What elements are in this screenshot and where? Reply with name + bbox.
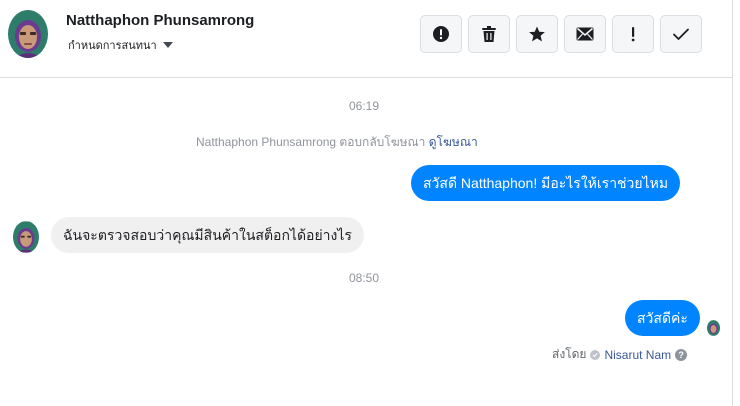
star-button[interactable] [516, 15, 558, 53]
exclamation-icon [631, 27, 635, 42]
header-actions [420, 15, 702, 53]
sent-by-line: ส่งโดย Nisarut Nam ? [552, 345, 688, 364]
exclamation-circle-icon [433, 26, 449, 42]
star-icon [529, 26, 545, 42]
outgoing-message: สวัสดีค่ะ [625, 300, 700, 336]
mark-unread-button[interactable] [564, 15, 606, 53]
mark-done-button[interactable] [660, 15, 702, 53]
contact-avatar[interactable] [8, 10, 48, 58]
check-icon [673, 28, 689, 40]
sender-avatar [13, 221, 39, 253]
schedule-conversation-label: กำหนดการสนทนา [68, 40, 157, 52]
timestamp: 08:50 [349, 271, 380, 285]
trash-icon [482, 26, 496, 42]
seen-avatar [707, 320, 720, 336]
view-ad-link[interactable]: ดูโฆษณา [429, 135, 478, 149]
report-spam-button[interactable] [420, 15, 462, 53]
mark-important-button[interactable] [612, 15, 654, 53]
verified-badge-icon [590, 349, 601, 360]
envelope-icon [576, 27, 594, 41]
help-icon[interactable]: ? [675, 348, 688, 361]
caret-down-icon [162, 42, 173, 48]
contact-name: Natthaphon Phunsamrong [66, 12, 255, 29]
sent-by-prefix: ส่งโดย [552, 347, 587, 361]
delete-button[interactable] [468, 15, 510, 53]
ad-reply-notice: Natthaphon Phunsamrong ตอบกลับโฆษณา ดูโฆ… [196, 133, 478, 152]
conversation-header: Natthaphon Phunsamrong กำหนดการสนทนา [0, 0, 733, 78]
schedule-conversation-dropdown[interactable]: กำหนดการสนทนา [68, 36, 173, 54]
sender-name[interactable]: Nisarut Nam [604, 348, 671, 362]
outgoing-message: สวัสดี Natthaphon! มีอะไรให้เราช่วยไหม [411, 165, 681, 201]
timestamp: 06:19 [349, 99, 380, 113]
incoming-message: ฉันจะตรวจสอบว่าคุณมีสินค้าในสต็อกได้อย่า… [51, 217, 364, 253]
ad-reply-text: Natthaphon Phunsamrong ตอบกลับโฆษณา [196, 135, 426, 149]
